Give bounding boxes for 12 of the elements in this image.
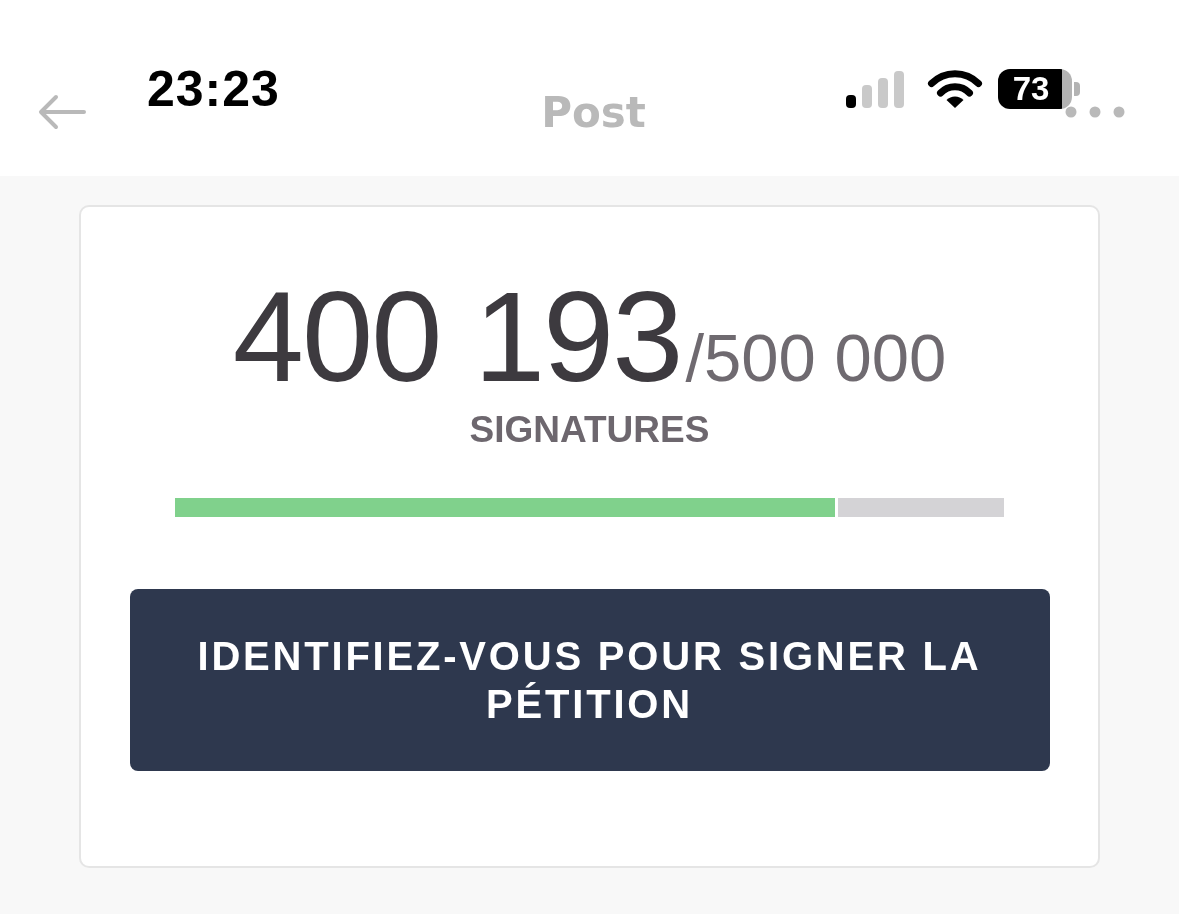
- sign-petition-button[interactable]: IDENTIFIEZ-VOUS POUR SIGNER LA PÉTITION: [129, 589, 1050, 771]
- signature-goal: /500 000: [685, 324, 947, 391]
- page-title: Post: [541, 87, 646, 137]
- signatures-label: SIGNATURES: [469, 411, 710, 448]
- back-arrow-icon[interactable]: [38, 94, 86, 130]
- battery-cap-icon: [1074, 82, 1080, 96]
- status-time: 23:23: [147, 64, 280, 114]
- signal-icon: [846, 70, 904, 108]
- wifi-icon: [925, 69, 985, 109]
- battery-indicator: 73: [998, 69, 1072, 109]
- signature-count: 400 193: [232, 273, 682, 401]
- more-icon[interactable]: [1065, 106, 1125, 118]
